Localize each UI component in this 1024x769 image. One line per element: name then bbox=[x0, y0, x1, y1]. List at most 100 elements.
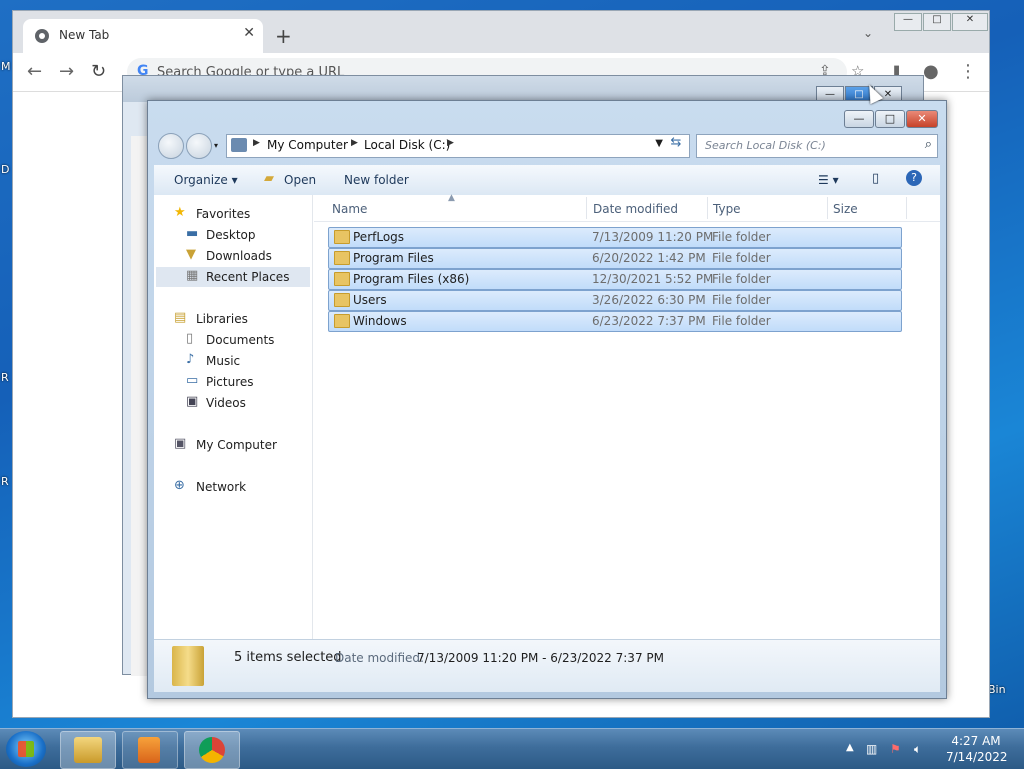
file-name: Users bbox=[353, 293, 387, 307]
tab-search-chevron-icon[interactable]: ⌄ bbox=[863, 26, 873, 40]
start-button[interactable] bbox=[6, 731, 46, 767]
menu-icon[interactable]: ⋮ bbox=[959, 61, 977, 82]
column-type[interactable]: Type bbox=[713, 202, 741, 216]
help-icon[interactable]: ? bbox=[906, 170, 922, 186]
nav-pictures[interactable]: Pictures bbox=[206, 375, 254, 389]
file-row[interactable]: Users 3/26/2022 6:30 PM File folder bbox=[328, 290, 902, 311]
column-divider[interactable] bbox=[586, 197, 587, 219]
nav-desktop[interactable]: Desktop bbox=[206, 228, 256, 242]
details-pane: 5 items selected Date modified: 7/13/200… bbox=[154, 639, 940, 692]
folder-icon bbox=[334, 314, 350, 328]
nav-downloads[interactable]: Downloads bbox=[206, 249, 272, 263]
profile-icon[interactable]: ● bbox=[923, 61, 939, 82]
file-row[interactable]: Windows 6/23/2022 7:37 PM File folder bbox=[328, 311, 902, 332]
file-date: 7/13/2009 11:20 PM bbox=[592, 230, 714, 244]
chrome-tab[interactable]: New Tab ✕ bbox=[23, 19, 263, 53]
breadcrumb-arrow-icon[interactable]: ▶ bbox=[351, 138, 358, 148]
column-date-modified[interactable]: Date modified bbox=[593, 202, 678, 216]
nav-documents[interactable]: Documents bbox=[206, 333, 274, 347]
back-arrow-icon[interactable] bbox=[158, 133, 184, 159]
view-options-icon[interactable]: ☰ ▾ bbox=[818, 173, 839, 187]
column-divider[interactable] bbox=[707, 197, 708, 219]
action-center-icon[interactable]: ⚑ bbox=[890, 742, 901, 756]
forward-arrow-icon[interactable] bbox=[186, 133, 212, 159]
open-folder-icon: ▰ bbox=[264, 171, 274, 186]
refresh-icon[interactable]: ⇆ bbox=[666, 135, 686, 155]
close-button[interactable]: ✕ bbox=[952, 13, 988, 31]
show-hidden-icons-icon[interactable]: ▲ bbox=[846, 742, 854, 753]
new-folder-button[interactable]: New folder bbox=[344, 173, 409, 187]
preview-pane-icon[interactable]: ▯ bbox=[872, 171, 879, 186]
folder-icon bbox=[334, 272, 350, 286]
clock-date: 7/14/2022 bbox=[946, 750, 1008, 764]
volume-icon[interactable]: 🔈︎ bbox=[914, 742, 921, 757]
organize-button[interactable]: Organize ▾ bbox=[174, 173, 238, 187]
chrome-icon bbox=[199, 737, 225, 763]
explorer-window-controls: — □ ✕ bbox=[843, 110, 938, 128]
file-type: File folder bbox=[712, 251, 771, 265]
breadcrumb-local-disk[interactable]: Local Disk (C:) bbox=[364, 138, 450, 152]
file-row[interactable]: PerfLogs 7/13/2009 11:20 PM File folder bbox=[328, 227, 902, 248]
nav-recent-places[interactable]: Recent Places bbox=[206, 270, 289, 284]
computer-icon bbox=[231, 138, 247, 152]
nav-music[interactable]: Music bbox=[206, 354, 240, 368]
column-name[interactable]: Name bbox=[332, 202, 367, 216]
my-computer-icon: ▣ bbox=[174, 436, 187, 451]
column-divider[interactable] bbox=[827, 197, 828, 219]
explorer-navigation-bar: ▾ ▶ My Computer ▶ Local Disk (C:) ▶ ▼ ⇆ … bbox=[148, 133, 946, 161]
file-type: File folder bbox=[712, 314, 771, 328]
minimize-button[interactable]: — bbox=[894, 13, 922, 31]
network-icon: ⊕ bbox=[174, 478, 185, 493]
date-modified-label: Date modified: bbox=[335, 651, 425, 665]
column-divider[interactable] bbox=[906, 197, 907, 219]
taskbar-chrome-button[interactable] bbox=[184, 731, 240, 769]
system-clock[interactable]: 4:27 AM 7/14/2022 bbox=[946, 733, 1008, 765]
file-type: File folder bbox=[712, 293, 771, 307]
nav-network[interactable]: Network bbox=[196, 480, 246, 494]
folder-icon bbox=[74, 737, 102, 763]
forward-arrow-icon[interactable]: → bbox=[59, 61, 74, 82]
taskbar-media-player-button[interactable] bbox=[122, 731, 178, 769]
breadcrumb-my-computer[interactable]: My Computer bbox=[267, 138, 348, 152]
file-date: 3/26/2022 6:30 PM bbox=[592, 293, 706, 307]
search-icon[interactable]: ⌕ bbox=[925, 137, 932, 152]
new-tab-button[interactable]: + bbox=[275, 24, 292, 48]
column-size[interactable]: Size bbox=[833, 202, 858, 216]
maximize-button[interactable]: □ bbox=[923, 13, 951, 31]
content-pane: ★ Favorites ▬ Desktop ▼ Downloads ▦ Rece… bbox=[154, 193, 940, 639]
search-input[interactable]: Search Local Disk (C:) ⌕ bbox=[696, 134, 938, 158]
nav-libraries[interactable]: Libraries bbox=[196, 312, 248, 326]
recycle-bin-label[interactable]: Bin bbox=[988, 683, 1006, 696]
nav-favorites[interactable]: Favorites bbox=[196, 207, 250, 221]
explorer-window: — □ ✕ ▾ ▶ My Computer ▶ Local Disk (C:) ▶ … bbox=[147, 100, 947, 699]
breadcrumb-arrow-icon[interactable]: ▶ bbox=[253, 138, 260, 148]
address-bar[interactable]: ▶ My Computer ▶ Local Disk (C:) ▶ ▼ bbox=[226, 134, 690, 158]
chrome-tab-strip: New Tab ✕ + ⌄ — □ ✕ bbox=[13, 11, 989, 53]
history-chevron-icon[interactable]: ▾ bbox=[214, 141, 220, 150]
tab-close-icon[interactable]: ✕ bbox=[243, 25, 255, 41]
close-button[interactable]: ✕ bbox=[906, 110, 938, 128]
file-row[interactable]: Program Files 6/20/2022 1:42 PM File fol… bbox=[328, 248, 902, 269]
taskbar-explorer-button[interactable] bbox=[60, 731, 116, 769]
minimize-button[interactable]: — bbox=[844, 110, 874, 128]
selection-count: 5 items selected bbox=[234, 650, 342, 665]
libraries-icon: ▤ bbox=[174, 310, 187, 325]
reload-icon[interactable]: ↻ bbox=[91, 61, 106, 82]
maximize-button[interactable]: □ bbox=[875, 110, 905, 128]
music-icon: ♪ bbox=[186, 352, 195, 367]
nav-videos[interactable]: Videos bbox=[206, 396, 246, 410]
clock-time: 4:27 AM bbox=[951, 734, 1001, 748]
file-row[interactable]: Program Files (x86) 12/30/2021 5:52 PM F… bbox=[328, 269, 902, 290]
breadcrumb-arrow-icon[interactable]: ▶ bbox=[447, 138, 454, 148]
file-date: 6/23/2022 7:37 PM bbox=[592, 314, 706, 328]
network-tray-icon[interactable]: ▥ bbox=[866, 742, 877, 756]
file-name: PerfLogs bbox=[353, 230, 405, 244]
desktop-icon-label: R bbox=[1, 371, 9, 384]
folder-icon bbox=[172, 646, 204, 686]
address-dropdown-icon[interactable]: ▼ bbox=[655, 138, 663, 149]
open-button[interactable]: Open bbox=[284, 173, 316, 187]
nav-my-computer[interactable]: My Computer bbox=[196, 438, 277, 452]
videos-icon: ▣ bbox=[186, 394, 199, 409]
desktop-icon-label: D bbox=[1, 163, 10, 176]
back-arrow-icon[interactable]: ← bbox=[27, 61, 42, 82]
